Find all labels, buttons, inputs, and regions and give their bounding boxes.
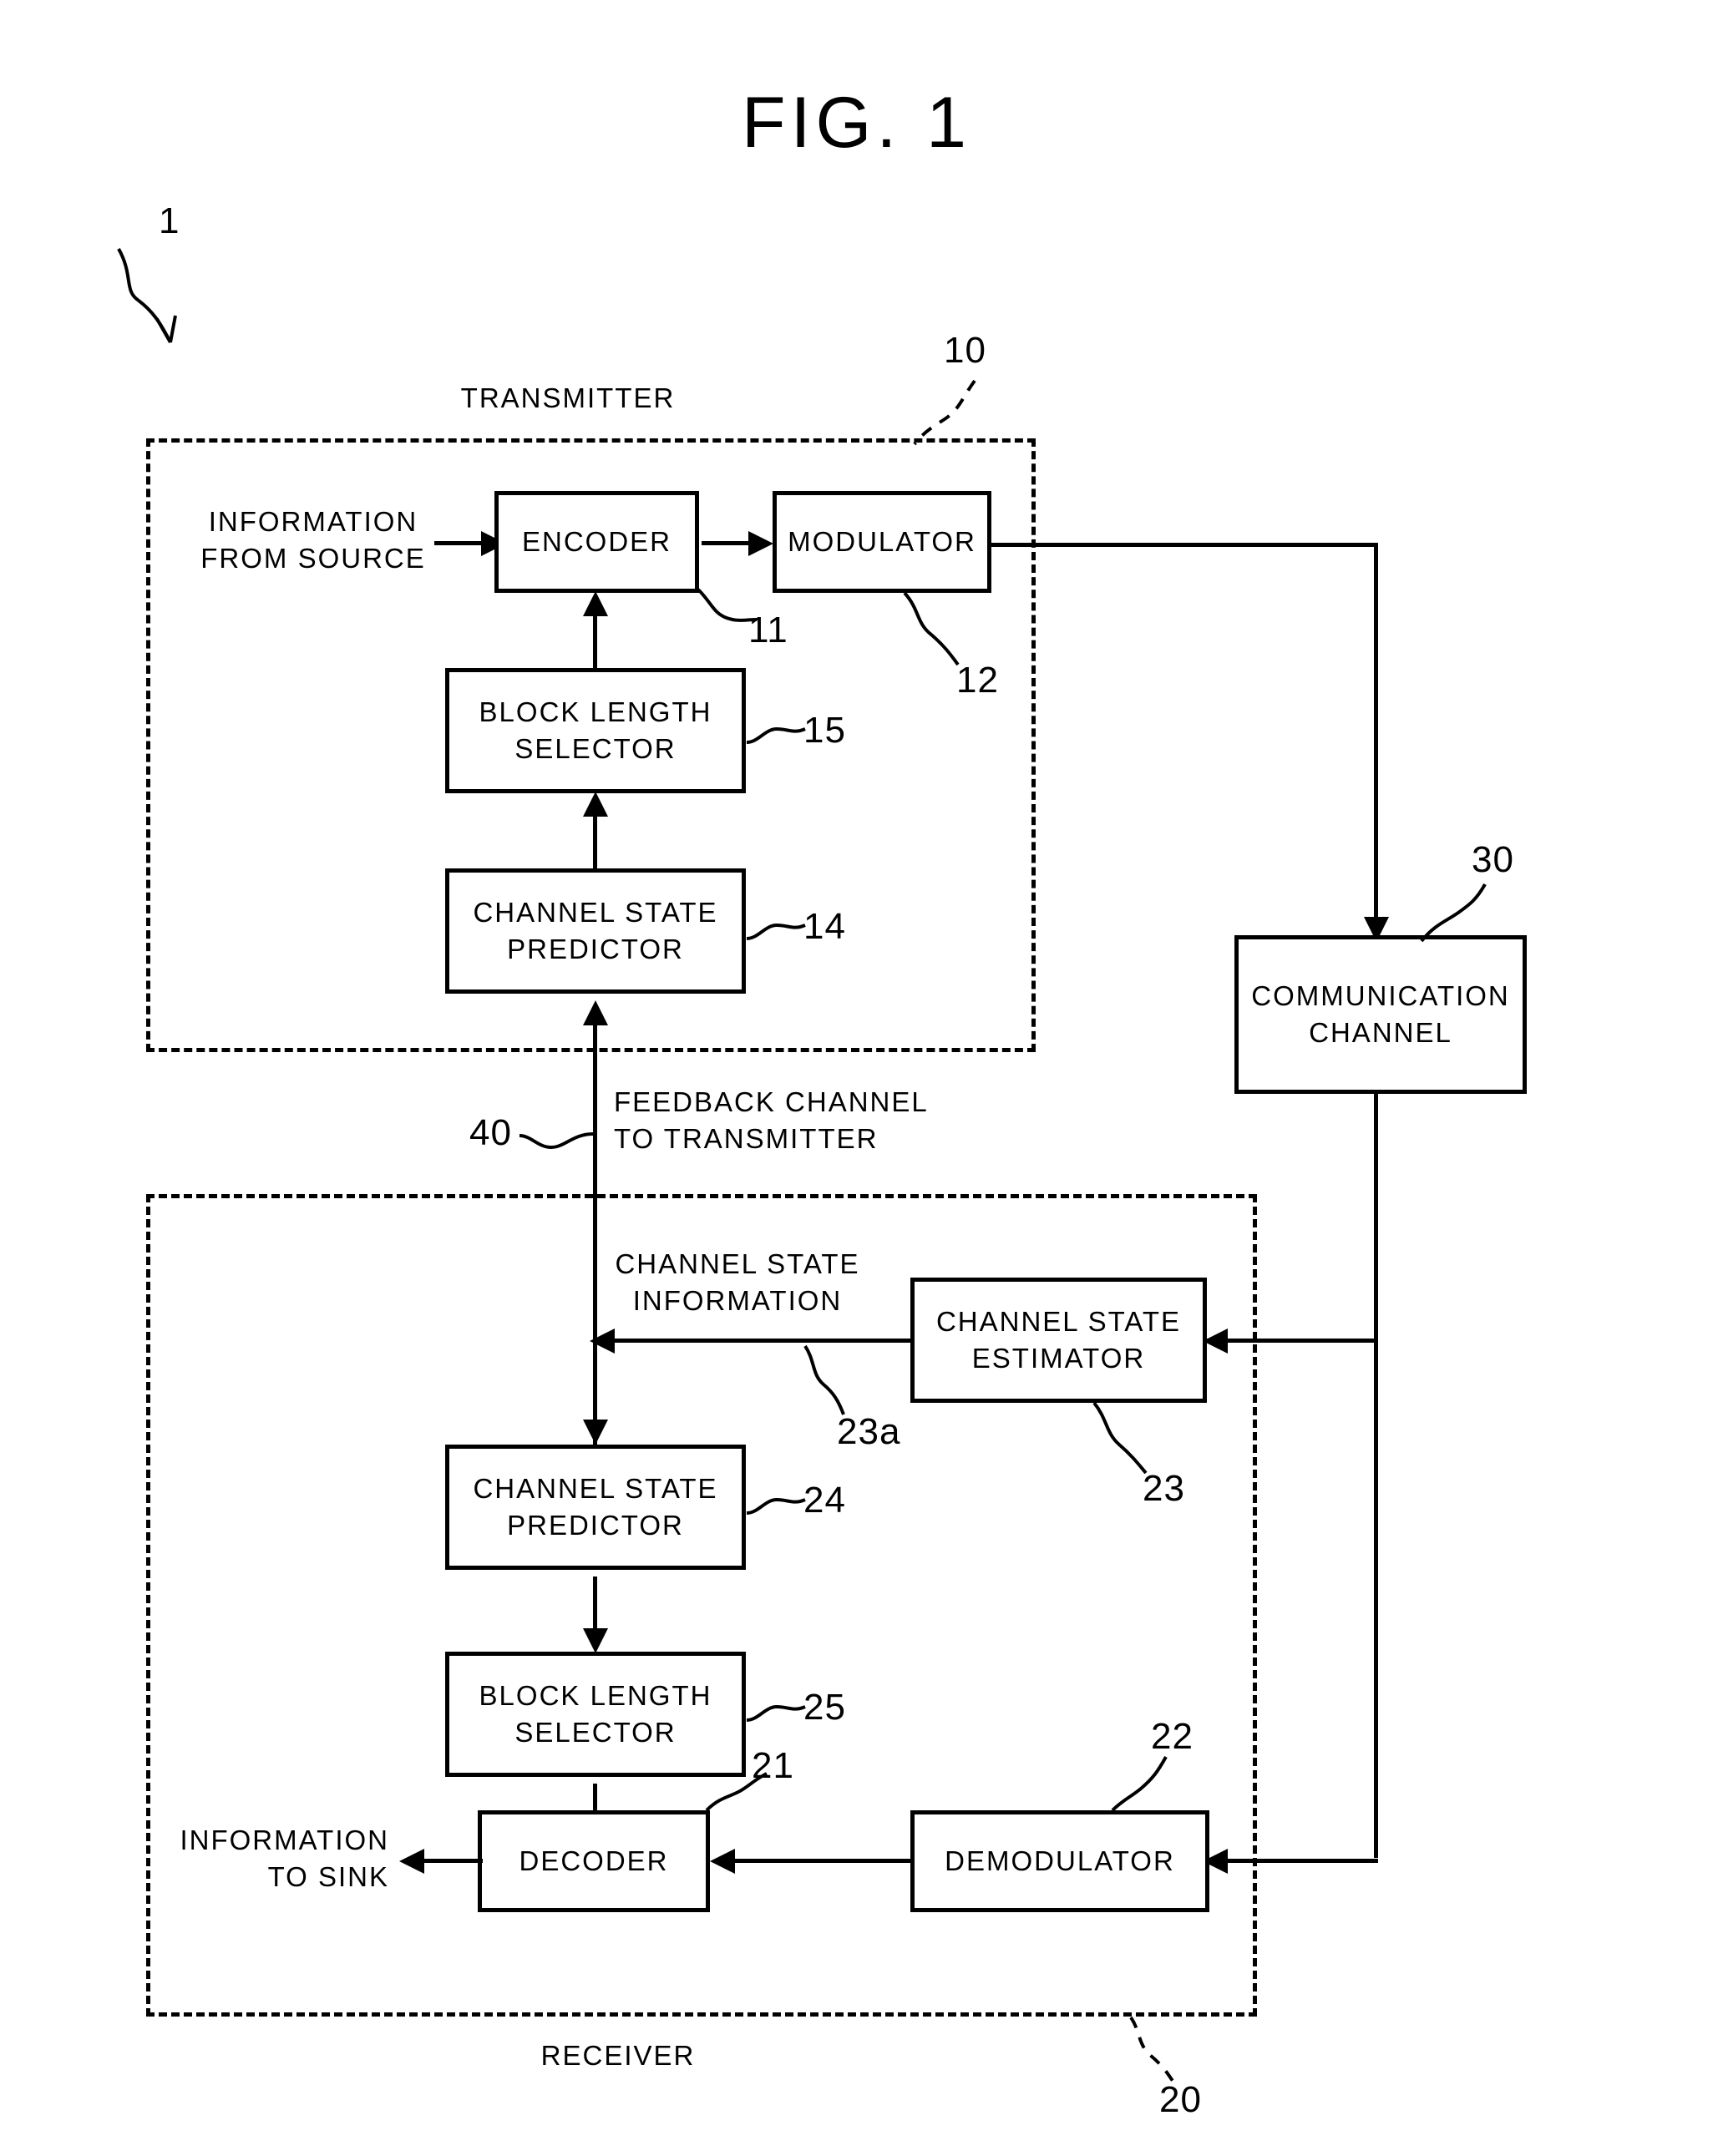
channel-state-estimator-label: CHANNEL STATE ESTIMATOR — [935, 1306, 1182, 1374]
decoder-to-sink-arrowhead — [399, 1849, 424, 1874]
feedback-channel-arrowhead — [583, 1000, 608, 1025]
rx-channel-state-predictor-box[interactable]: CHANNEL STATE PREDICTOR — [445, 1445, 746, 1570]
feedback-channel-reference-leader — [519, 1132, 594, 1150]
information-from-source-label: INFORMATION FROM SOURCE — [200, 506, 426, 574]
figure-title: FIG. 1 — [742, 83, 971, 163]
tx-block-length-selector-label: BLOCK LENGTH SELECTOR — [479, 696, 712, 764]
source-to-encoder-line — [434, 541, 484, 545]
tx-channel-state-predictor-label: CHANNEL STATE PREDICTOR — [473, 897, 718, 964]
decoder-label: DECODER — [519, 1845, 669, 1877]
demodulator-to-decoder-line — [720, 1859, 910, 1863]
tx-channel-state-predictor-box[interactable]: CHANNEL STATE PREDICTOR — [445, 868, 746, 994]
transmitter-group-label: TRANSMITTER — [460, 382, 676, 413]
transmitter-reference-leader — [913, 379, 976, 446]
demodulator-reference-numeral: 22 — [1151, 1716, 1194, 1757]
feedback-channel-label: FEEDBACK CHANNEL TO TRANSMITTER — [614, 1086, 929, 1155]
encoder-reference-leader — [697, 588, 758, 622]
modulator-box[interactable]: MODULATOR — [773, 491, 991, 593]
information-to-sink-label: INFORMATION TO SINK — [180, 1825, 389, 1893]
modulator-output-line — [990, 543, 1378, 547]
decoder-box[interactable]: DECODER — [478, 1810, 710, 1912]
modulator-to-channel-vertical-line — [1374, 543, 1378, 935]
channel-output-vertical-line — [1374, 1094, 1378, 1858]
receiver-bus-vertical-line — [593, 1194, 597, 1445]
tx-block-length-selector-box[interactable]: BLOCK LENGTH SELECTOR — [445, 668, 746, 793]
modulator-label: MODULATOR — [788, 526, 976, 558]
encoder-to-modulator-line — [702, 541, 752, 545]
rx-channel-state-predictor-label: CHANNEL STATE PREDICTOR — [473, 1473, 718, 1541]
communication-channel-box[interactable]: COMMUNICATION CHANNEL — [1234, 935, 1527, 1094]
system-reference-leader — [117, 248, 177, 343]
communication-channel-label: COMMUNICATION CHANNEL — [1251, 980, 1510, 1048]
decoder-reference-leader — [705, 1772, 768, 1812]
modulator-reference-leader — [903, 591, 960, 666]
demodulator-label: DEMODULATOR — [945, 1845, 1175, 1877]
encoder-box[interactable]: ENCODER — [494, 491, 699, 593]
channel-state-estimator-box[interactable]: CHANNEL STATE ESTIMATOR — [910, 1278, 1207, 1403]
patent-figure: FIG. 1 1 TRANSMITTER 10 INFORMATION FROM… — [0, 0, 1713, 2156]
demodulator-to-decoder-arrowhead — [710, 1849, 735, 1874]
receiver-bus-arrowhead — [583, 1420, 608, 1445]
tx-channel-state-predictor-reference-leader — [746, 923, 806, 940]
channel-state-estimator-reference-leader — [1092, 1401, 1148, 1475]
block-length-to-encoder-arrowhead — [583, 591, 608, 616]
rx-block-length-selector-box[interactable]: BLOCK LENGTH SELECTOR — [445, 1652, 746, 1777]
receiver-reference-leader — [1129, 2016, 1174, 2083]
rx-block-length-selector-label: BLOCK LENGTH SELECTOR — [479, 1680, 712, 1748]
communication-channel-reference-leader — [1420, 883, 1487, 943]
tx-block-length-selector-reference-leader — [746, 726, 806, 744]
predictor-to-block-length-arrowhead — [583, 792, 608, 817]
encoder-label: ENCODER — [521, 526, 672, 558]
rx-predictor-to-block-length-arrowhead — [583, 1628, 608, 1653]
rx-block-length-selector-reference-leader — [746, 1704, 806, 1722]
system-reference-numeral: 1 — [159, 200, 180, 241]
demodulator-box[interactable]: DEMODULATOR — [910, 1810, 1209, 1912]
receiver-reference-numeral: 20 — [1159, 2079, 1202, 2120]
encoder-to-modulator-arrowhead — [748, 531, 773, 556]
rx-channel-state-predictor-reference-leader — [746, 1497, 806, 1515]
feedback-channel-reference-numeral: 40 — [469, 1112, 512, 1153]
channel-state-information-reference-leader — [803, 1344, 845, 1415]
transmitter-reference-numeral: 10 — [944, 330, 986, 371]
communication-channel-reference-numeral: 30 — [1472, 839, 1514, 880]
demodulator-reference-leader — [1111, 1756, 1168, 1812]
channel-state-information-label: CHANNEL STATE INFORMATION — [615, 1248, 860, 1317]
receiver-group-label: RECEIVER — [540, 2040, 696, 2071]
